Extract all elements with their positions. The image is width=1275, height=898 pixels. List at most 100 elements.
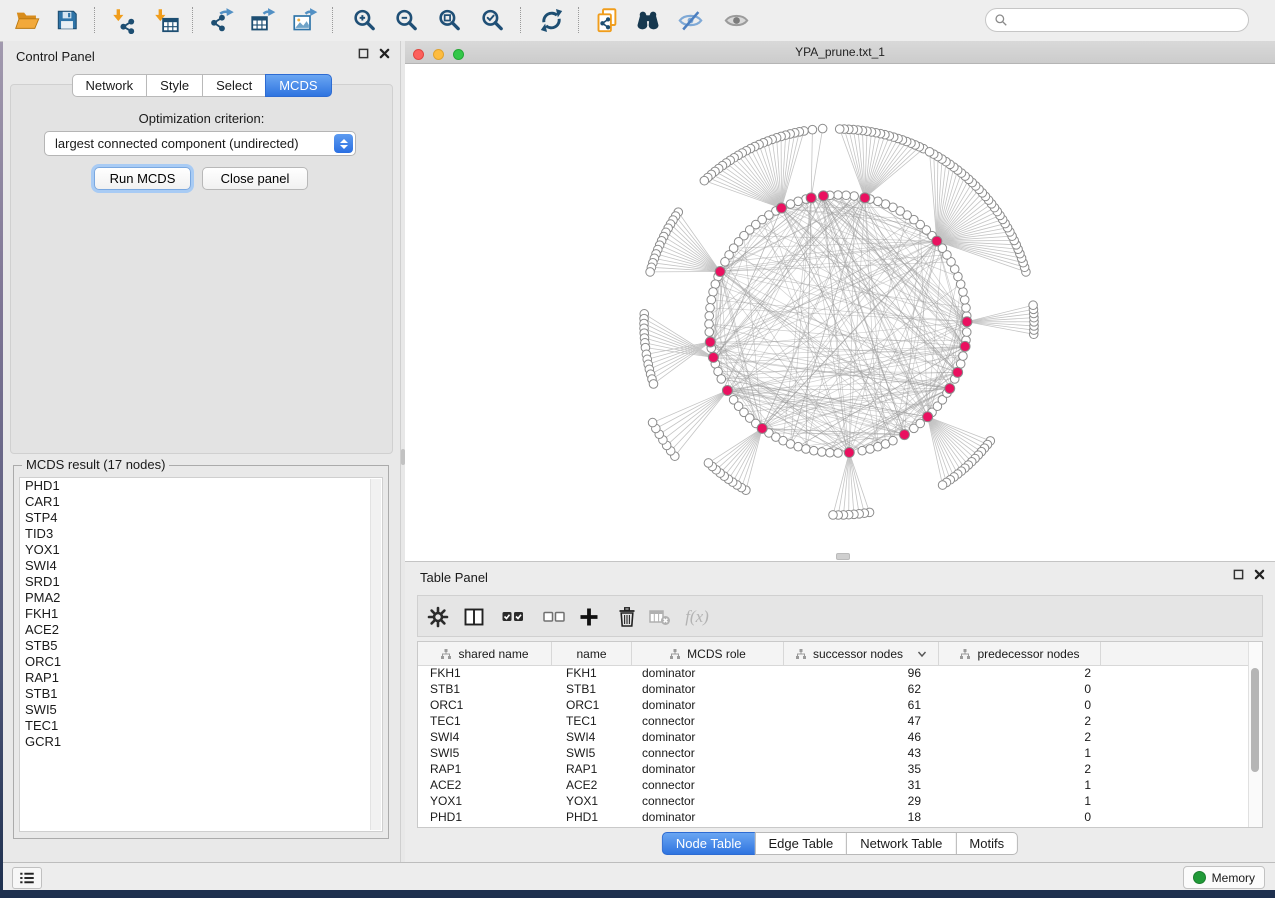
mcds-result-item[interactable]: ORC1 bbox=[20, 654, 382, 670]
network-node[interactable] bbox=[700, 176, 709, 185]
mcds-result-item[interactable]: STB5 bbox=[20, 638, 382, 654]
network-hub-node[interactable] bbox=[722, 385, 732, 395]
mcds-result-item[interactable]: TEC1 bbox=[20, 718, 382, 734]
network-node[interactable] bbox=[649, 380, 658, 389]
search-in-network-button[interactable] bbox=[631, 3, 665, 37]
zoom-in-button[interactable] bbox=[347, 3, 381, 37]
network-node[interactable] bbox=[826, 448, 835, 457]
tab-edge-table[interactable]: Edge Table bbox=[754, 832, 847, 855]
table-settings-button[interactable] bbox=[422, 601, 454, 633]
network-node[interactable] bbox=[829, 511, 838, 520]
tab-mcds[interactable]: MCDS bbox=[265, 74, 331, 97]
mcds-result-item[interactable]: SWI5 bbox=[20, 702, 382, 718]
share-document-button[interactable] bbox=[590, 3, 624, 37]
mcds-result-item[interactable]: GCR1 bbox=[20, 734, 382, 750]
table-row[interactable]: YOX1YOX1connector291 bbox=[418, 793, 1249, 809]
network-node[interactable] bbox=[721, 258, 730, 267]
network-node[interactable] bbox=[938, 481, 947, 490]
network-node[interactable] bbox=[802, 445, 811, 454]
network-canvas[interactable] bbox=[405, 63, 1275, 561]
network-node[interactable] bbox=[925, 148, 934, 157]
tab-motifs[interactable]: Motifs bbox=[955, 832, 1018, 855]
network-node[interactable] bbox=[706, 304, 715, 313]
mcds-result-item[interactable]: CAR1 bbox=[20, 494, 382, 510]
global-search[interactable] bbox=[985, 8, 1249, 32]
open-file-button[interactable] bbox=[10, 3, 44, 37]
refresh-view-button[interactable] bbox=[534, 3, 568, 37]
save-session-button[interactable] bbox=[50, 3, 84, 37]
network-node[interactable] bbox=[704, 459, 713, 468]
import-table-button[interactable] bbox=[149, 3, 183, 37]
network-node[interactable] bbox=[818, 448, 827, 457]
memory-button[interactable]: Memory bbox=[1183, 866, 1265, 889]
zoom-selected-button[interactable] bbox=[475, 3, 509, 37]
network-node[interactable] bbox=[705, 320, 714, 329]
table-row[interactable]: FKH1FKH1dominator962 bbox=[418, 665, 1249, 681]
zoom-fit-button[interactable] bbox=[432, 3, 466, 37]
search-input[interactable] bbox=[1013, 12, 1237, 28]
table-row[interactable]: SWI4SWI4dominator462 bbox=[418, 729, 1249, 745]
mcds-result-item[interactable]: STP4 bbox=[20, 510, 382, 526]
network-node[interactable] bbox=[834, 191, 843, 200]
network-hub-node[interactable] bbox=[899, 430, 909, 440]
network-hub-node[interactable] bbox=[715, 267, 725, 277]
network-hub-node[interactable] bbox=[953, 367, 963, 377]
network-node[interactable] bbox=[646, 268, 655, 277]
network-hub-node[interactable] bbox=[962, 317, 972, 327]
float-panel-icon[interactable] bbox=[358, 48, 369, 59]
table-row[interactable]: PHD1PHD1dominator180 bbox=[418, 809, 1249, 825]
column-header-predecessor-nodes[interactable]: predecessor nodes bbox=[939, 642, 1101, 665]
export-image-button[interactable] bbox=[288, 3, 322, 37]
split-view-button[interactable] bbox=[458, 601, 490, 633]
network-node[interactable] bbox=[850, 192, 859, 201]
mcds-result-item[interactable]: STB1 bbox=[20, 686, 382, 702]
tab-network[interactable]: Network bbox=[71, 74, 147, 97]
run-mcds-button[interactable]: Run MCDS bbox=[94, 167, 191, 190]
mcds-result-item[interactable]: PHD1 bbox=[20, 478, 382, 494]
list-scrollbar[interactable] bbox=[370, 479, 381, 830]
mcds-result-item[interactable]: SWI4 bbox=[20, 558, 382, 574]
network-node[interactable] bbox=[818, 124, 827, 133]
network-node[interactable] bbox=[842, 191, 851, 200]
network-hub-node[interactable] bbox=[757, 423, 767, 433]
column-header-mcds-role[interactable]: MCDS role bbox=[632, 642, 784, 665]
network-node[interactable] bbox=[808, 125, 817, 134]
network-node[interactable] bbox=[916, 419, 925, 428]
network-hub-node[interactable] bbox=[960, 341, 970, 351]
network-node[interactable] bbox=[717, 375, 726, 384]
mcds-result-item[interactable]: SRD1 bbox=[20, 574, 382, 590]
table-row[interactable]: RAP1RAP1dominator352 bbox=[418, 761, 1249, 777]
table-row[interactable]: STB1STB1dominator620 bbox=[418, 681, 1249, 697]
table-row[interactable]: ACE2ACE2connector311 bbox=[418, 777, 1249, 793]
network-hub-node[interactable] bbox=[860, 193, 870, 203]
hide-selected-button[interactable] bbox=[673, 3, 707, 37]
network-node[interactable] bbox=[786, 200, 795, 209]
tab-style[interactable]: Style bbox=[146, 74, 203, 97]
tab-node-table[interactable]: Node Table bbox=[662, 832, 756, 855]
network-node[interactable] bbox=[866, 445, 875, 454]
mcds-result-item[interactable]: TID3 bbox=[20, 526, 382, 542]
table-row[interactable]: SWI5SWI5connector431 bbox=[418, 745, 1249, 761]
network-node[interactable] bbox=[709, 288, 718, 297]
deselect-all-button[interactable] bbox=[538, 601, 570, 633]
mcds-result-item[interactable]: PMA2 bbox=[20, 590, 382, 606]
network-hub-node[interactable] bbox=[818, 191, 828, 201]
add-column-button[interactable] bbox=[573, 601, 605, 633]
column-header-successor-nodes[interactable]: successor nodes bbox=[784, 642, 939, 665]
horizontal-split-handle[interactable] bbox=[836, 553, 850, 560]
network-node[interactable] bbox=[711, 280, 720, 289]
tab-network-table[interactable]: Network Table bbox=[846, 832, 956, 855]
zoom-out-button[interactable] bbox=[389, 3, 423, 37]
network-node[interactable] bbox=[959, 352, 968, 361]
network-node[interactable] bbox=[889, 436, 898, 445]
network-node[interactable] bbox=[960, 296, 969, 305]
import-network-button[interactable] bbox=[107, 3, 141, 37]
mcds-result-item[interactable]: ACE2 bbox=[20, 622, 382, 638]
table-scrollbar-thumb[interactable] bbox=[1251, 668, 1259, 772]
column-header-shared-name[interactable]: shared name bbox=[418, 642, 552, 665]
network-hub-node[interactable] bbox=[806, 193, 816, 203]
float-panel-icon[interactable] bbox=[1233, 569, 1244, 580]
column-header-name[interactable]: name bbox=[552, 642, 632, 665]
network-node[interactable] bbox=[1029, 301, 1038, 310]
network-hub-node[interactable] bbox=[923, 412, 933, 422]
